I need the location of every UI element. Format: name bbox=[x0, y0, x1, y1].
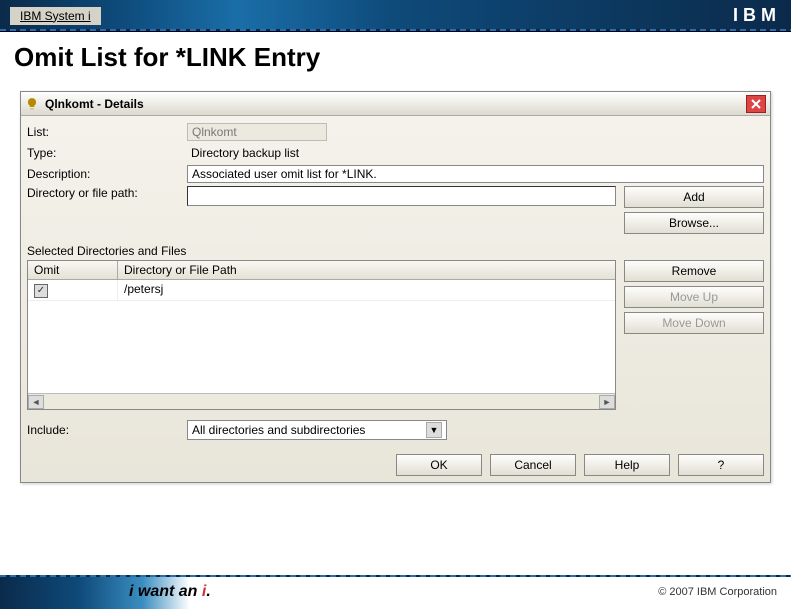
files-table: Omit Directory or File Path ✓ /petersj ◄… bbox=[27, 260, 616, 410]
close-button[interactable] bbox=[746, 95, 766, 113]
selected-section-label: Selected Directories and Files bbox=[27, 244, 764, 258]
path-label: Directory or file path: bbox=[27, 186, 187, 200]
browse-button[interactable]: Browse... bbox=[624, 212, 764, 234]
include-label: Include: bbox=[27, 423, 187, 437]
scroll-right-icon[interactable]: ► bbox=[599, 395, 615, 409]
ibm-logo: IBM bbox=[733, 5, 781, 26]
ok-button[interactable]: OK bbox=[396, 454, 482, 476]
list-value: Qlnkomt bbox=[187, 123, 327, 141]
list-label: List: bbox=[27, 125, 187, 139]
row-path: /petersj bbox=[118, 280, 615, 300]
omit-checkbox[interactable]: ✓ bbox=[34, 284, 48, 298]
dialog-body: List: Qlnkomt Type: Directory backup lis… bbox=[21, 116, 770, 448]
page-title: Omit List for *LINK Entry bbox=[0, 32, 791, 91]
move-up-button: Move Up bbox=[624, 286, 764, 308]
footer-bar: i want an i. © 2007 IBM Corporation bbox=[0, 575, 791, 609]
type-value: Directory backup list bbox=[187, 144, 764, 162]
description-value: Associated user omit list for *LINK. bbox=[187, 165, 764, 183]
table-row[interactable]: ✓ /petersj bbox=[28, 280, 615, 301]
description-label: Description: bbox=[27, 167, 187, 181]
details-dialog: Qlnkomt - Details List: Qlnkomt Type: Di… bbox=[20, 91, 771, 483]
lightbulb-icon bbox=[25, 97, 39, 111]
col-header-omit[interactable]: Omit bbox=[28, 261, 118, 279]
dialog-footer: OK Cancel Help ? bbox=[21, 448, 770, 482]
col-header-path[interactable]: Directory or File Path bbox=[118, 261, 615, 279]
help-button[interactable]: Help bbox=[584, 454, 670, 476]
dialog-title: Qlnkomt - Details bbox=[45, 97, 144, 111]
path-input[interactable] bbox=[187, 186, 616, 206]
breadcrumb[interactable]: IBM System i bbox=[10, 7, 101, 25]
include-select[interactable]: All directories and subdirectories ▼ bbox=[187, 420, 447, 440]
context-help-button[interactable]: ? bbox=[678, 454, 764, 476]
move-down-button: Move Down bbox=[624, 312, 764, 334]
include-selected-value: All directories and subdirectories bbox=[192, 423, 365, 437]
top-banner: IBM System i IBM bbox=[0, 0, 791, 32]
dialog-titlebar: Qlnkomt - Details bbox=[21, 92, 770, 116]
add-button[interactable]: Add bbox=[624, 186, 764, 208]
type-label: Type: bbox=[27, 146, 187, 160]
copyright: © 2007 IBM Corporation bbox=[658, 586, 777, 598]
cancel-button[interactable]: Cancel bbox=[490, 454, 576, 476]
tagline: i want an i. bbox=[129, 583, 211, 601]
remove-button[interactable]: Remove bbox=[624, 260, 764, 282]
horizontal-scrollbar[interactable]: ◄ ► bbox=[28, 393, 615, 409]
scroll-left-icon[interactable]: ◄ bbox=[28, 395, 44, 409]
chevron-down-icon[interactable]: ▼ bbox=[426, 422, 442, 438]
